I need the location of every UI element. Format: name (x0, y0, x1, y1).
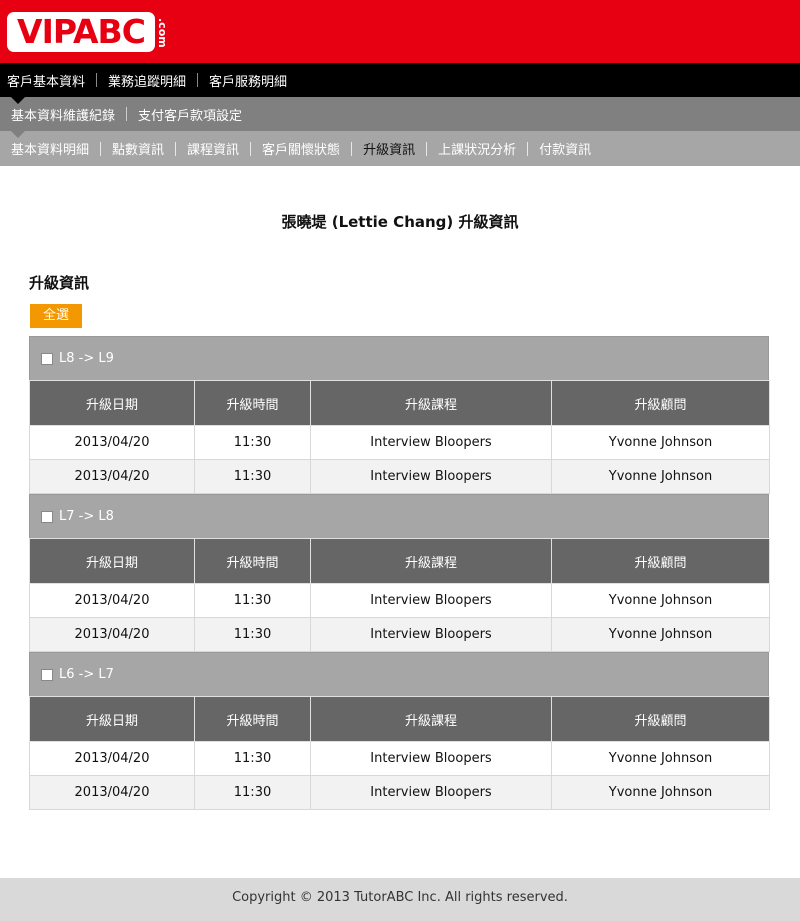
cell-time: 11:30 (194, 617, 311, 652)
table-row: 2013/04/20 11:30 Interview Bloopers Yvon… (29, 583, 770, 618)
nav-divider (100, 141, 102, 156)
table-row: 2013/04/20 11:30 Interview Bloopers Yvon… (29, 425, 770, 460)
logo-suffix: .com (156, 18, 169, 48)
cell-consultant: Yvonne Johnson (551, 617, 770, 652)
footer-copyright: Copyright © 2013 TutorABC Inc. All right… (0, 878, 800, 921)
table-row: 2013/04/20 11:30 Interview Bloopers Yvon… (29, 775, 770, 810)
nav-divider (126, 107, 128, 121)
group-label: L6 -> L7 (59, 667, 114, 682)
cell-course: Interview Bloopers (310, 775, 552, 810)
table-header-row: 升級日期 升級時間 升級課程 升級顧問 (29, 696, 770, 742)
column-header-time: 升級時間 (194, 696, 311, 742)
column-header-date: 升級日期 (29, 380, 195, 426)
column-header-time: 升級時間 (194, 538, 311, 584)
secondary-nav: 基本資料維護紀錄 支付客戶款項設定 (0, 97, 800, 131)
upgrade-table: 升級日期 升級時間 升級課程 升級顧問 2013/04/20 11:30 Int… (29, 380, 770, 494)
logo-text: VIPABC (7, 12, 155, 52)
cell-date: 2013/04/20 (29, 775, 195, 810)
page-title: 張曉堤 (Lettie Chang) 升級資訊 (281, 213, 519, 231)
tab-course-info[interactable]: 課程資訊 (187, 139, 239, 158)
nav-sales-tracking[interactable]: 業務追蹤明細 (108, 71, 186, 90)
cell-date: 2013/04/20 (29, 459, 195, 494)
column-header-course: 升級課程 (310, 696, 552, 742)
column-header-consultant: 升級顧問 (551, 696, 770, 742)
nav-divider (426, 141, 428, 156)
tab-upgrade-info[interactable]: 升級資訊 (363, 139, 415, 158)
cell-consultant: Yvonne Johnson (551, 425, 770, 460)
tab-points-info[interactable]: 點數資訊 (112, 139, 164, 158)
group-checkbox[interactable] (41, 510, 53, 523)
tab-class-analysis[interactable]: 上課狀況分析 (438, 139, 516, 158)
group-checkbox[interactable] (41, 352, 53, 365)
nav-payment-settings[interactable]: 支付客戶款項設定 (138, 105, 242, 124)
cell-consultant: Yvonne Johnson (551, 459, 770, 494)
cell-course: Interview Bloopers (310, 617, 552, 652)
nav-divider (197, 73, 199, 87)
primary-nav: 客戶基本資料 業務追蹤明細 客戶服務明細 (0, 63, 800, 97)
table-row: 2013/04/20 11:30 Interview Bloopers Yvon… (29, 459, 770, 494)
cell-course: Interview Bloopers (310, 425, 552, 460)
nav-divider (351, 141, 353, 156)
nav-divider (250, 141, 252, 156)
cell-date: 2013/04/20 (29, 583, 195, 618)
cell-time: 11:30 (194, 459, 311, 494)
column-header-consultant: 升級顧問 (551, 538, 770, 584)
table-header-row: 升級日期 升級時間 升級課程 升級顧問 (29, 538, 770, 584)
cell-time: 11:30 (194, 583, 311, 618)
cell-consultant: Yvonne Johnson (551, 741, 770, 776)
cell-time: 11:30 (194, 775, 311, 810)
upgrade-group-header: L8 -> L9 (29, 336, 769, 380)
group-checkbox[interactable] (41, 668, 53, 681)
group-label: L7 -> L8 (59, 509, 114, 524)
vipabc-logo[interactable]: VIPABC .com (7, 9, 169, 55)
upgrade-table: 升級日期 升級時間 升級課程 升級顧問 2013/04/20 11:30 Int… (29, 696, 770, 810)
nav-customer-service[interactable]: 客戶服務明細 (209, 71, 287, 90)
nav-maintenance-log[interactable]: 基本資料維護紀錄 (11, 105, 115, 124)
cell-consultant: Yvonne Johnson (551, 775, 770, 810)
table-row: 2013/04/20 11:30 Interview Bloopers Yvon… (29, 617, 770, 652)
active-subnav-pointer (11, 131, 25, 138)
nav-divider (175, 141, 177, 156)
section-title: 升級資訊 (29, 274, 90, 292)
nav-divider (96, 73, 98, 87)
select-all-button[interactable]: 全選 (30, 304, 82, 328)
tertiary-nav: 基本資料明細 點數資訊 課程資訊 客戶關懷狀態 升級資訊 上課狀況分析 付款資訊 (0, 131, 800, 166)
nav-customer-basic[interactable]: 客戶基本資料 (7, 71, 85, 90)
column-header-consultant: 升級顧問 (551, 380, 770, 426)
cell-course: Interview Bloopers (310, 459, 552, 494)
nav-divider (527, 141, 529, 156)
tab-payment-info[interactable]: 付款資訊 (539, 139, 591, 158)
table-header-row: 升級日期 升級時間 升級課程 升級顧問 (29, 380, 770, 426)
cell-course: Interview Bloopers (310, 741, 552, 776)
tab-basic-details[interactable]: 基本資料明細 (11, 139, 89, 158)
upgrade-group-header: L7 -> L8 (29, 494, 769, 538)
column-header-time: 升級時間 (194, 380, 311, 426)
cell-date: 2013/04/20 (29, 741, 195, 776)
upgrade-table: 升級日期 升級時間 升級課程 升級顧問 2013/04/20 11:30 Int… (29, 538, 770, 652)
cell-date: 2013/04/20 (29, 425, 195, 460)
upgrade-groups: L8 -> L9 升級日期 升級時間 升級課程 升級顧問 2013/04/20 … (29, 336, 770, 810)
column-header-date: 升級日期 (29, 696, 195, 742)
top-header: VIPABC .com (0, 0, 800, 63)
tab-care-status[interactable]: 客戶關懷狀態 (262, 139, 340, 158)
column-header-date: 升級日期 (29, 538, 195, 584)
cell-time: 11:30 (194, 425, 311, 460)
table-row: 2013/04/20 11:30 Interview Bloopers Yvon… (29, 741, 770, 776)
column-header-course: 升級課程 (310, 380, 552, 426)
group-label: L8 -> L9 (59, 351, 114, 366)
cell-date: 2013/04/20 (29, 617, 195, 652)
column-header-course: 升級課程 (310, 538, 552, 584)
active-nav-pointer (11, 97, 25, 104)
cell-consultant: Yvonne Johnson (551, 583, 770, 618)
cell-time: 11:30 (194, 741, 311, 776)
upgrade-group-header: L6 -> L7 (29, 652, 769, 696)
cell-course: Interview Bloopers (310, 583, 552, 618)
